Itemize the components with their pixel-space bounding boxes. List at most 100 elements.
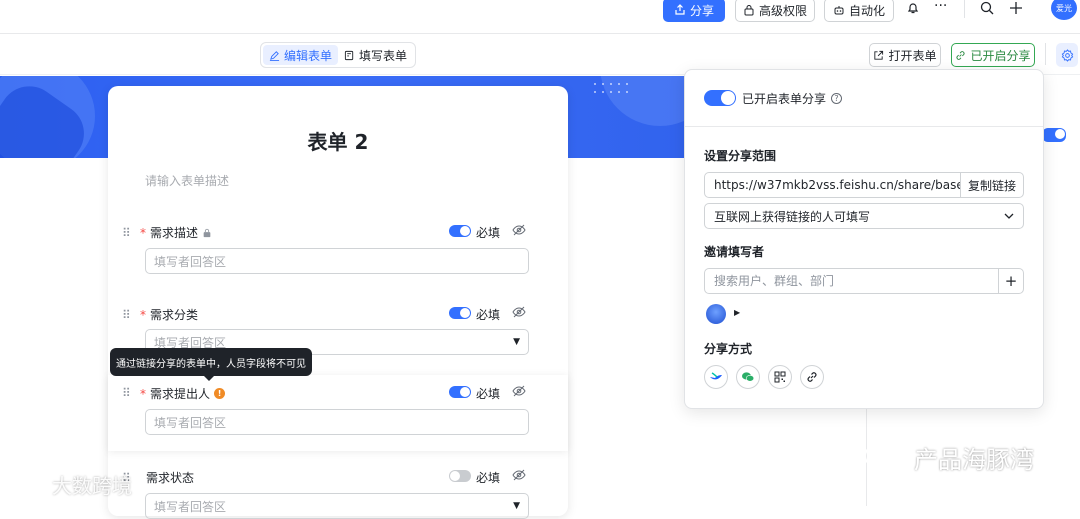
tab-fill-form-label: 填写表单 xyxy=(359,48,408,63)
field-label: * 需求描述 xyxy=(140,224,212,241)
eye-off-icon[interactable] xyxy=(512,385,526,397)
watermark-right: 产品海豚湾 xyxy=(862,440,1034,475)
answer-placeholder: 填写者回答区 xyxy=(154,499,227,514)
robot-icon xyxy=(833,4,845,16)
bell-icon[interactable] xyxy=(905,0,921,16)
wechat-icon xyxy=(862,443,906,473)
right-strip-toggle[interactable] xyxy=(1042,128,1066,142)
link-icon xyxy=(955,50,966,61)
field-title: 需求描述 xyxy=(150,226,199,240)
share-enabled-button[interactable]: 已开启分享 xyxy=(951,43,1035,67)
field-title: 需求分类 xyxy=(150,308,199,322)
open-form-button[interactable]: 打开表单 xyxy=(869,43,941,67)
caret-down-icon: ▼ xyxy=(513,337,520,347)
share-url-input[interactable]: https://w37mkb2vss.feishu.cn/share/base/… xyxy=(705,173,961,197)
answer-input[interactable]: 填写者回答区 xyxy=(145,409,529,435)
share-enabled-label: 已开启分享 xyxy=(970,48,1031,63)
form-mode-switch: 编辑表单 填写表单 xyxy=(260,42,416,68)
lock-icon xyxy=(743,4,755,16)
answer-select[interactable]: 填写者回答区 ▼ xyxy=(145,493,529,519)
scope-value: 互联网上获得链接的人可填写 xyxy=(714,209,871,224)
form-field: ⠿ * 需求描述 必填 填写者回答区 xyxy=(108,222,568,282)
search-icon[interactable] xyxy=(979,0,995,16)
invite-title: 邀请填写者 xyxy=(704,245,765,259)
form-title[interactable]: 表单 2 xyxy=(108,126,568,155)
form-field: ⠿ * 需求提出人 ! 必填 填写者回答区 xyxy=(108,375,568,451)
warning-icon[interactable]: ! xyxy=(214,388,226,399)
required-toggle[interactable] xyxy=(449,470,471,482)
required-toggle[interactable] xyxy=(449,307,471,319)
avatar[interactable]: 爱光 xyxy=(1051,0,1077,20)
eye-off-icon[interactable] xyxy=(512,224,526,236)
drag-handle-icon[interactable]: ⠿ xyxy=(122,226,131,240)
watermark-left: 大数跨境 xyxy=(8,470,132,499)
qrcode-icon[interactable] xyxy=(768,365,792,389)
required-toggle[interactable] xyxy=(449,225,471,237)
field-title: 需求提出人 xyxy=(150,387,211,401)
tab-fill-form[interactable]: 填写表单 xyxy=(338,45,413,65)
required-asterisk: * xyxy=(140,307,146,322)
required-label: 必填 xyxy=(476,387,501,401)
plus-icon[interactable] xyxy=(1008,0,1024,16)
form-share-toggle[interactable] xyxy=(704,90,736,106)
automation-button-label: 自动化 xyxy=(848,3,885,18)
drag-handle-icon[interactable]: ⠿ xyxy=(122,386,131,400)
watermark-logo-icon xyxy=(8,472,48,498)
share-toggle-text: 已开启表单分享 xyxy=(742,92,827,106)
field-label: * 需求提出人 ! xyxy=(140,385,226,402)
open-form-label: 打开表单 xyxy=(888,48,937,63)
caret-right-icon[interactable]: ▶ xyxy=(734,308,740,317)
watermark-right-text: 产品海豚湾 xyxy=(914,446,1034,474)
gear-icon xyxy=(1061,48,1074,62)
settings-button[interactable] xyxy=(1056,43,1078,67)
required-toggle[interactable] xyxy=(449,386,471,398)
avatar-text: 爱光 xyxy=(1056,3,1072,13)
wechat-icon[interactable] xyxy=(736,365,760,389)
answer-input[interactable]: 填写者回答区 xyxy=(145,248,529,274)
required-label: 必填 xyxy=(476,226,501,240)
eye-off-icon[interactable] xyxy=(512,469,526,481)
invitee-avatar[interactable] xyxy=(706,304,726,324)
top-toolbar: 分享 高级权限 自动化 ··· 爱光 xyxy=(0,0,1080,34)
divider xyxy=(1045,43,1046,65)
form-fill-icon xyxy=(344,50,355,61)
watermark-left-text: 大数跨境 xyxy=(52,474,132,498)
drag-handle-icon[interactable]: ⠿ xyxy=(122,308,131,322)
tooltip-text: 通过链接分享的表单中，人员字段将不可见 xyxy=(116,358,306,370)
required-asterisk: * xyxy=(140,386,146,401)
share-url-box: https://w37mkb2vss.feishu.cn/share/base/… xyxy=(704,172,1024,198)
share-method-title: 分享方式 xyxy=(704,342,753,356)
add-invitee-button[interactable]: + xyxy=(999,272,1023,290)
share-icon xyxy=(674,4,686,16)
tab-edit-form[interactable]: 编辑表单 xyxy=(263,45,338,65)
more-icon[interactable]: ··· xyxy=(934,0,947,14)
link-icon[interactable] xyxy=(800,365,824,389)
form-field: ⠿ 需求状态 必填 填写者回答区 ▼ xyxy=(108,467,568,519)
required-asterisk: * xyxy=(140,225,146,240)
invite-search-input[interactable]: 搜索用户、群组、部门 xyxy=(705,269,999,293)
invite-search-box: 搜索用户、群组、部门 + xyxy=(704,268,1024,294)
share-button[interactable]: 分享 xyxy=(663,0,725,22)
answer-placeholder: 填写者回答区 xyxy=(154,254,227,269)
share-panel: .panel .toggle::after{width:14px;height:… xyxy=(684,69,1044,409)
copy-link-button[interactable]: 复制链接 xyxy=(961,177,1023,194)
scope-select[interactable]: 互联网上获得链接的人可填写 xyxy=(704,203,1024,229)
required-label: 必填 xyxy=(476,471,501,485)
pencil-icon xyxy=(269,50,280,61)
form-description[interactable]: 请输入表单描述 xyxy=(145,172,229,189)
tooltip: 通过链接分享的表单中，人员字段将不可见 xyxy=(110,348,312,381)
permission-button[interactable]: 高级权限 xyxy=(735,0,815,22)
help-icon[interactable]: ? xyxy=(831,93,843,104)
automation-button[interactable]: 自动化 xyxy=(824,0,894,22)
form-card: 表单 2 请输入表单描述 ⠿ * 需求描述 必填 填写者回答区 ⠿ * 需求分类 必… xyxy=(108,86,568,519)
share-button-label: 分享 xyxy=(689,3,714,18)
tab-edit-form-label: 编辑表单 xyxy=(284,48,333,63)
lock-icon xyxy=(202,228,212,238)
permission-button-label: 高级权限 xyxy=(758,3,807,18)
caret-down-icon: ▼ xyxy=(513,501,520,511)
divider xyxy=(685,126,1043,127)
external-link-icon xyxy=(873,50,884,61)
feishu-share-icon[interactable] xyxy=(704,365,728,389)
eye-off-icon[interactable] xyxy=(512,306,526,318)
scope-title: 设置分享范围 xyxy=(704,149,777,163)
